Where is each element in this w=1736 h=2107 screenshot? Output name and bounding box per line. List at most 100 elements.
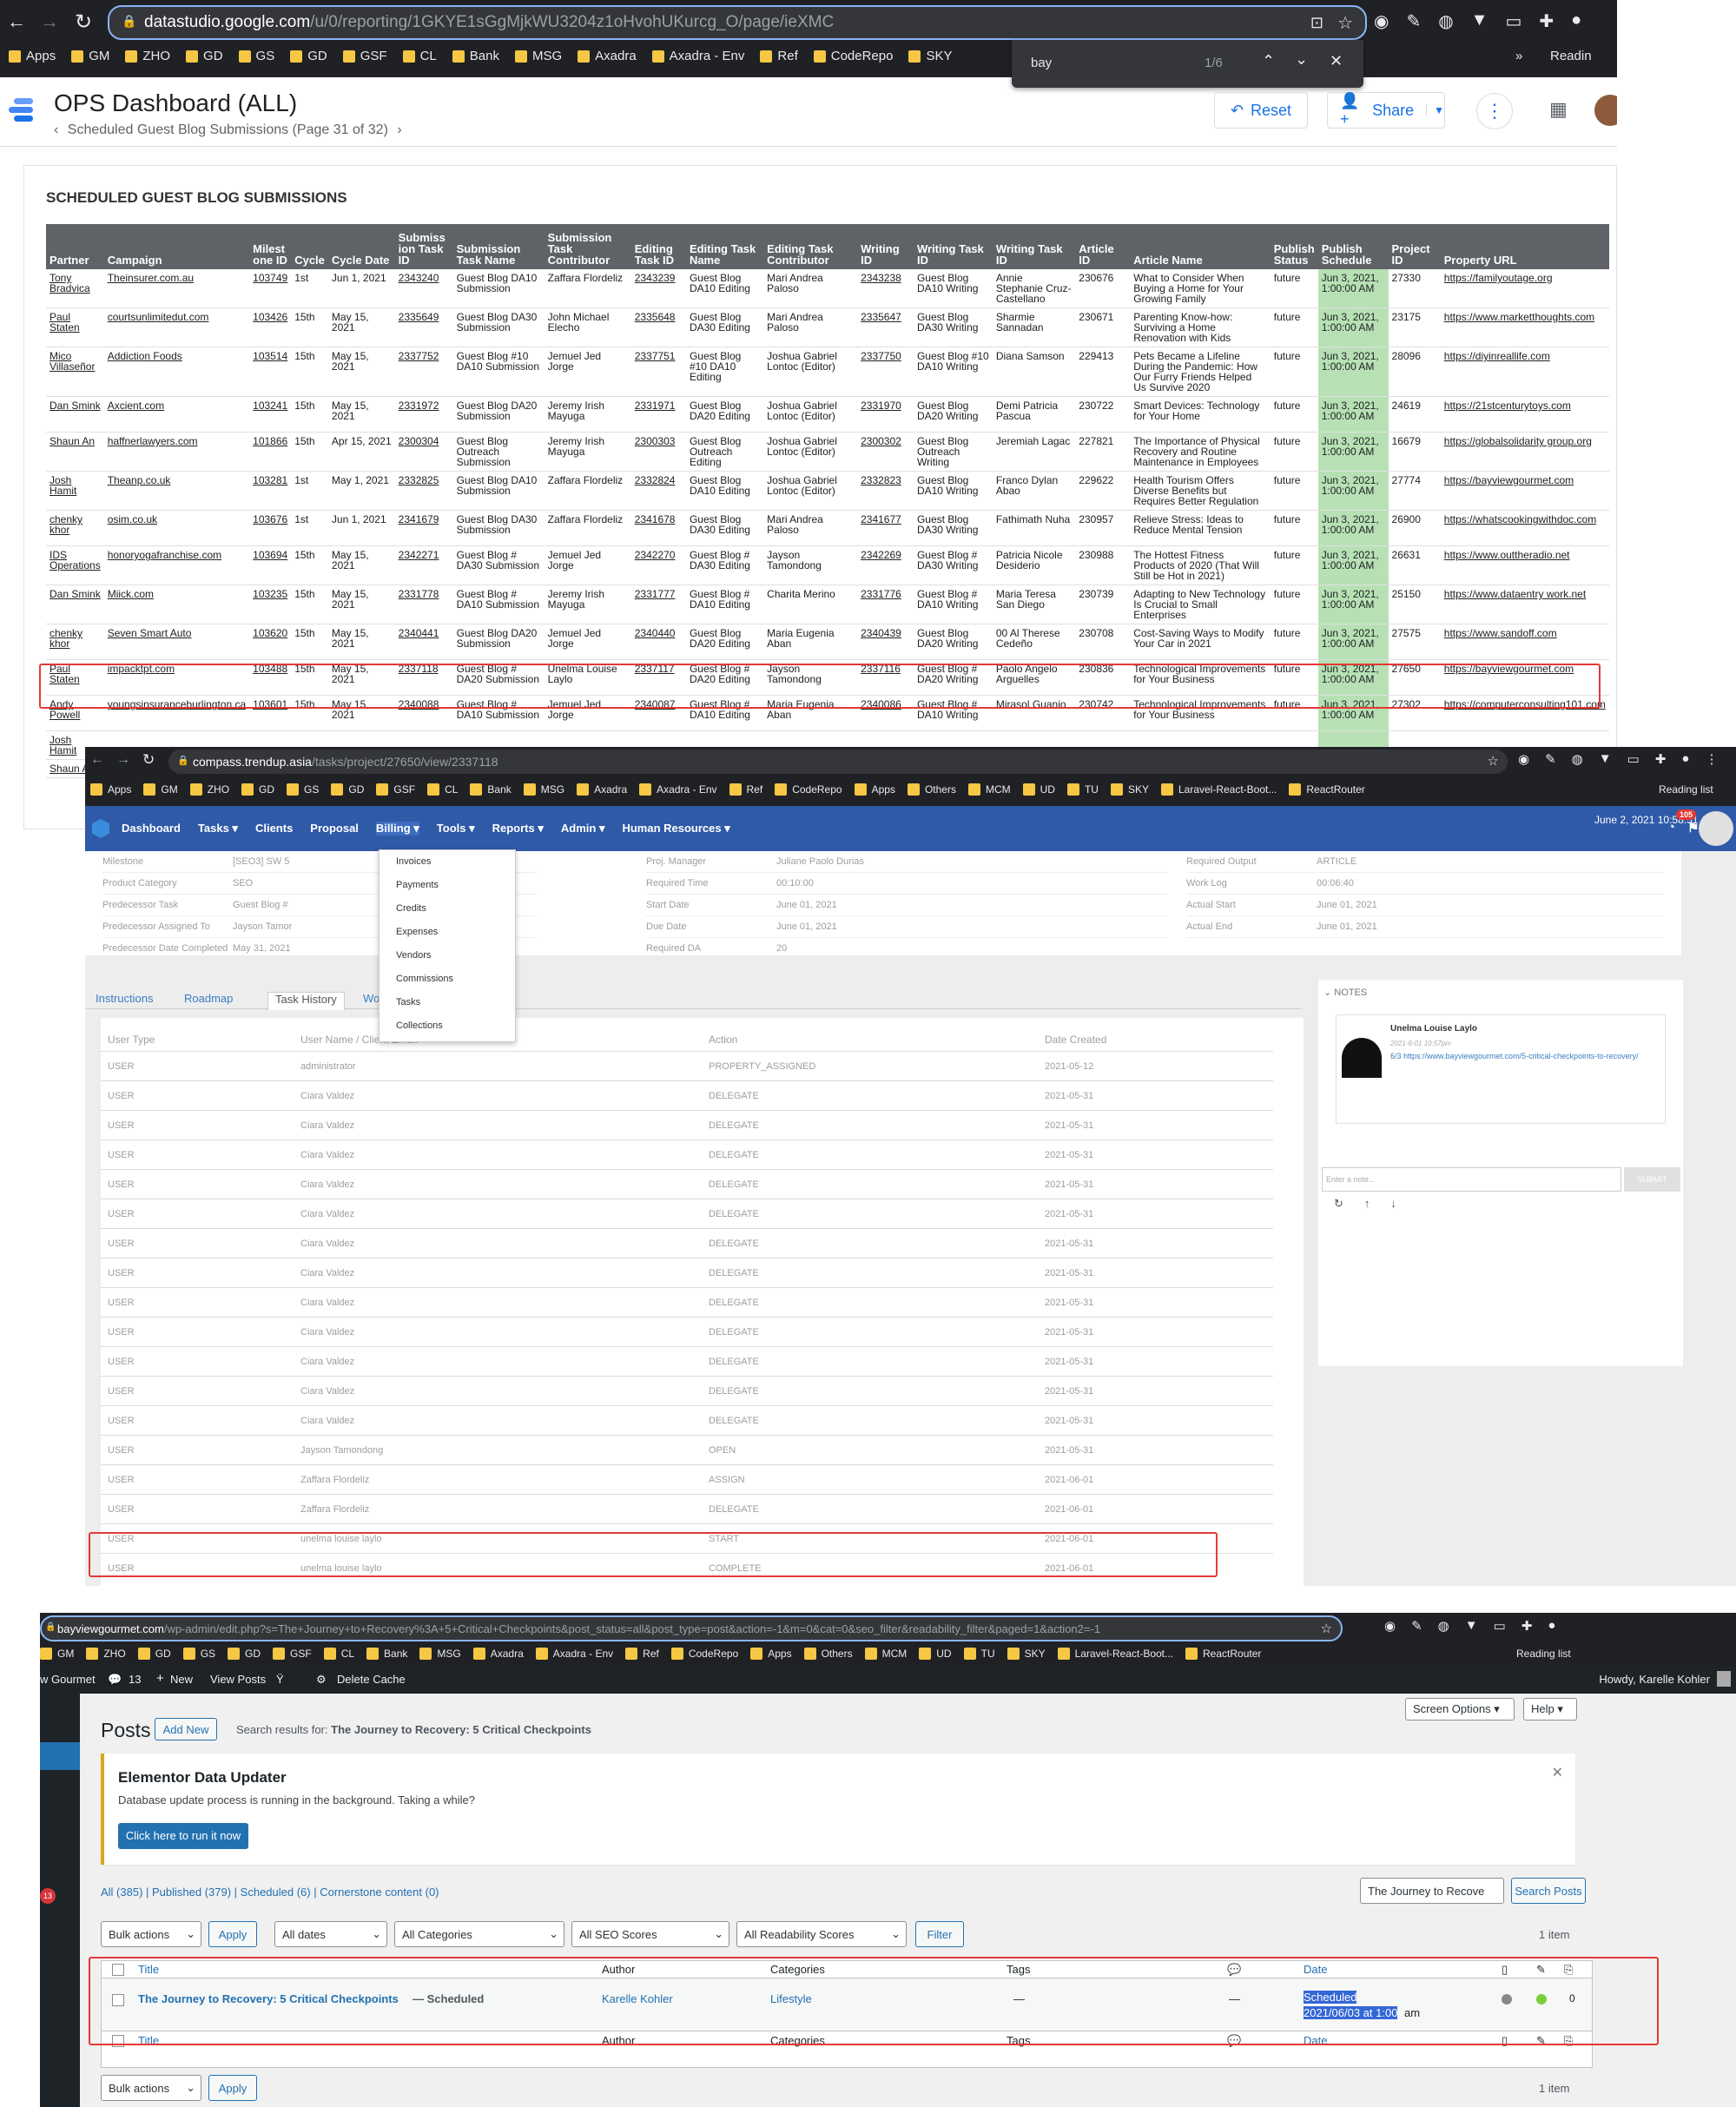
column-header[interactable]: Cycle Date [327, 224, 395, 269]
bookmark-item[interactable]: SKY [1007, 1648, 1046, 1660]
bookmark-item[interactable]: Ref [625, 1648, 659, 1660]
note-input[interactable]: Enter a note... [1322, 1167, 1621, 1192]
readability-select[interactable]: All Readability Scores ⌄ [736, 1921, 907, 1947]
bookmark-item[interactable]: Axadra [577, 783, 627, 796]
table-cell[interactable]: 103235 [249, 585, 292, 624]
more-options-icon[interactable]: ⋮ [1476, 93, 1513, 129]
table-cell[interactable]: 2335648 [630, 307, 686, 347]
bookmarks-more[interactable]: » [1515, 49, 1522, 63]
filter-button[interactable]: Filter [915, 1921, 964, 1947]
extension-icon[interactable]: ▼ [1471, 10, 1488, 32]
table-cell[interactable]: 2337752 [394, 347, 453, 397]
table-cell[interactable]: 2340439 [857, 624, 914, 660]
bookmark-item[interactable]: Axadra [578, 49, 637, 63]
table-cell[interactable]: 103241 [249, 396, 292, 433]
bookmark-item[interactable]: GS [287, 783, 319, 796]
bookmark-item[interactable]: UD [919, 1648, 952, 1660]
bookmark-item[interactable]: MSG [523, 783, 564, 796]
nav-item[interactable]: Tasks ▾ [198, 822, 238, 836]
column-header[interactable]: Article Name [1130, 224, 1271, 269]
close-icon[interactable]: ✕ [1552, 1764, 1563, 1781]
table-cell[interactable]: https://diyinreallife.com [1440, 347, 1609, 397]
next-page-icon[interactable]: › [397, 122, 401, 137]
avatar[interactable]: ● [1571, 10, 1581, 32]
table-cell[interactable]: 2341679 [394, 510, 453, 546]
bookmark-item[interactable]: UD [1022, 783, 1055, 796]
bookmark-item[interactable]: GM [143, 783, 178, 796]
table-cell[interactable]: Paul Staten [46, 307, 104, 347]
bookmark-item[interactable]: TU [963, 1648, 995, 1660]
search-posts-button[interactable]: Search Posts [1511, 1878, 1586, 1904]
table-cell[interactable]: courtsunlimitedut.com [103, 307, 250, 347]
billing-menu-item[interactable]: Collections [380, 1014, 515, 1038]
menu-icon[interactable]: ⋮ [1705, 751, 1718, 767]
reading-list[interactable]: Reading list [1659, 783, 1713, 796]
nav-item[interactable]: Tools ▾ [437, 822, 475, 836]
bookmark-item[interactable]: Apps [9, 49, 56, 63]
table-cell[interactable]: 2341677 [857, 510, 914, 546]
extension-icon[interactable]: ✎ [1411, 1618, 1422, 1634]
column-header[interactable]: Submission Task Name [452, 224, 545, 269]
table-cell[interactable]: 2343239 [630, 269, 686, 308]
billing-menu-item[interactable]: Invoices [380, 850, 515, 874]
forward-icon[interactable]: → [116, 752, 130, 768]
nav-item[interactable]: Clients [255, 822, 293, 836]
puzzle-icon[interactable]: ✚ [1539, 10, 1554, 32]
extension-icon[interactable]: ▼ [1599, 751, 1612, 767]
bookmark-item[interactable]: Bank [470, 783, 512, 796]
yoast-icon[interactable]: Ÿ [276, 1673, 284, 1686]
table-cell[interactable]: https://bayviewgourmet.com [1440, 471, 1609, 511]
bookmark-item[interactable]: GSF [376, 783, 415, 796]
table-cell[interactable]: 2342269 [857, 545, 914, 585]
table-cell[interactable]: 2341678 [630, 510, 686, 546]
table-cell[interactable]: Axcient.com [103, 396, 250, 433]
bookmark-item[interactable]: Bank [366, 1648, 407, 1660]
table-cell[interactable]: 2342270 [630, 545, 686, 585]
bookmark-item[interactable]: MSG [514, 49, 562, 63]
bookmark-item[interactable]: CL [402, 49, 437, 63]
star-icon[interactable]: ☆ [1321, 1621, 1332, 1636]
table-cell[interactable]: 103620 [249, 624, 292, 660]
puzzle-icon[interactable]: ✚ [1655, 751, 1667, 767]
table-cell[interactable]: 2300303 [630, 432, 686, 472]
bookmark-item[interactable]: GM [71, 49, 109, 63]
column-header[interactable]: Article ID [1075, 224, 1131, 269]
address-bar[interactable]: 🔒 datastudio.google.com/u/0/reporting/1G… [108, 5, 1367, 40]
bookmark-item[interactable]: GD [228, 1648, 261, 1660]
billing-menu-item[interactable]: Payments [380, 874, 515, 897]
table-cell[interactable]: 2332825 [394, 471, 453, 511]
sidebar-posts[interactable] [40, 1742, 80, 1770]
extension-icon[interactable]: ◉ [1384, 1618, 1396, 1634]
table-cell[interactable]: 2335647 [857, 307, 914, 347]
seo-select[interactable]: All SEO Scores ⌄ [571, 1921, 729, 1947]
table-cell[interactable]: 2340441 [394, 624, 453, 660]
reading-list[interactable]: Readin [1550, 49, 1592, 63]
table-cell[interactable]: Dan Smink [46, 396, 104, 433]
bookmark-item[interactable]: Others [803, 1648, 853, 1660]
table-cell[interactable]: Josh Hamit [46, 471, 104, 511]
bookmark-item[interactable]: Ref [760, 49, 798, 63]
bulk-actions-select-bottom[interactable]: Bulk actions ⌄ [101, 2075, 201, 2101]
find-prev-icon[interactable]: ⌃ [1262, 52, 1275, 70]
billing-menu-item[interactable]: Vendors [380, 944, 515, 968]
note-text[interactable]: 6/3 https://www.bayviewgourmet.com/5-cri… [1390, 1052, 1651, 1060]
datastudio-logo[interactable] [9, 95, 38, 124]
bookmark-item[interactable]: CL [427, 783, 458, 796]
address-bar[interactable]: 🔒 bayviewgourmet.com/wp-admin/edit.php?s… [40, 1615, 1343, 1641]
bookmark-item[interactable]: SKY [1110, 783, 1149, 796]
share-dropdown-icon[interactable]: ▼ [1426, 104, 1444, 116]
table-cell[interactable]: Dan Smink [46, 585, 104, 624]
extension-icon[interactable]: ✎ [1406, 10, 1421, 32]
table-cell[interactable]: 2332823 [857, 471, 914, 511]
column-header[interactable]: Editing Task Name [685, 224, 764, 269]
column-header[interactable]: Partner [46, 224, 104, 269]
apps-grid-icon[interactable]: ▦ [1549, 98, 1568, 121]
app-logo[interactable] [92, 819, 109, 838]
bookmark-item[interactable]: Ref [729, 783, 762, 796]
column-header[interactable]: Campaign [103, 224, 250, 269]
apply-button[interactable]: Apply [208, 1921, 257, 1947]
bookmark-item[interactable]: GD [331, 783, 364, 796]
bookmark-item[interactable]: ZHO [189, 783, 229, 796]
table-cell[interactable]: honoryogafranchise.com [103, 545, 250, 585]
table-cell[interactable]: 2300302 [857, 432, 914, 472]
